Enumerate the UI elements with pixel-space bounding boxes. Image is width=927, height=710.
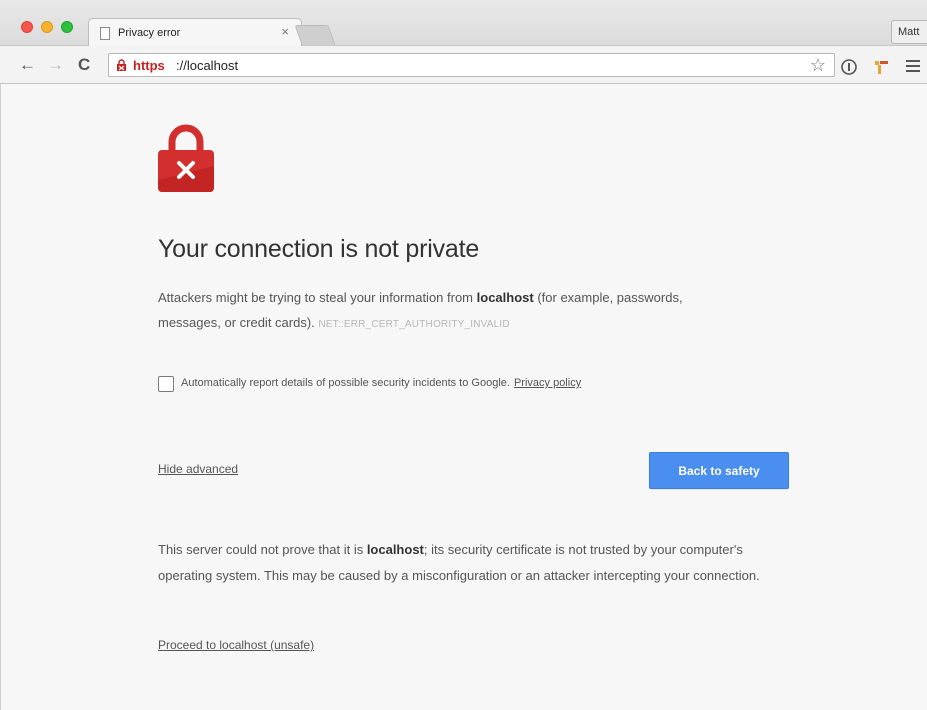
tab-title: Privacy error (118, 27, 181, 39)
document-icon (100, 27, 110, 40)
hide-advanced-link[interactable]: Hide advanced (158, 462, 238, 476)
close-window-button[interactable] (21, 21, 33, 33)
explanation-prefix: Attackers might be trying to steal your … (158, 290, 477, 305)
url-host: ://localhost (176, 58, 239, 73)
back-arrow-icon[interactable]: ← (19, 55, 36, 75)
new-tab-button[interactable] (294, 25, 336, 45)
info-extension-icon[interactable] (840, 58, 858, 76)
forward-arrow-icon[interactable]: → (47, 55, 64, 75)
explanation-text: Attackers might be trying to steal your … (158, 285, 738, 337)
report-checkbox-label: Automatically report details of possible… (181, 377, 581, 389)
broken-lock-icon (117, 59, 126, 71)
bookmark-star-icon[interactable]: ☆ (810, 55, 826, 75)
title-bar: Privacy error × Matt (0, 0, 927, 46)
hamburger-menu-icon[interactable] (906, 60, 920, 72)
privacy-policy-link[interactable]: Privacy policy (514, 377, 581, 389)
extension-icon[interactable] (873, 58, 891, 76)
report-label-text: Automatically report details of possible… (181, 377, 510, 389)
red-lock-icon (158, 124, 214, 192)
proceed-unsafe-link[interactable]: Proceed to localhost (unsafe) (158, 638, 314, 652)
tab-close-icon[interactable]: × (281, 25, 289, 39)
page-heading: Your connection is not private (158, 235, 480, 263)
details-prefix: This server could not prove that it is (158, 542, 367, 557)
interstitial-page: Your connection is not private Attackers… (0, 84, 927, 710)
host-name: localhost (476, 290, 534, 305)
reload-icon[interactable]: C (78, 55, 90, 75)
report-checkbox[interactable] (158, 376, 174, 392)
back-to-safety-button[interactable]: Back to safety (649, 452, 789, 489)
details-host-name: localhost (366, 542, 424, 557)
profile-button[interactable]: Matt (891, 20, 927, 44)
toolbar: ← → C https ://localhost ☆ (0, 46, 927, 84)
minimize-window-button[interactable] (41, 21, 53, 33)
error-code: NET::ERR_CERT_AUTHORITY_INVALID (318, 319, 510, 330)
address-bar[interactable]: https ://localhost ☆ (108, 53, 835, 77)
details-text: This server could not prove that it is l… (158, 537, 778, 589)
tab-privacy-error[interactable]: Privacy error × (88, 18, 302, 46)
url-scheme: https (133, 58, 165, 73)
maximize-window-button[interactable] (61, 21, 73, 33)
